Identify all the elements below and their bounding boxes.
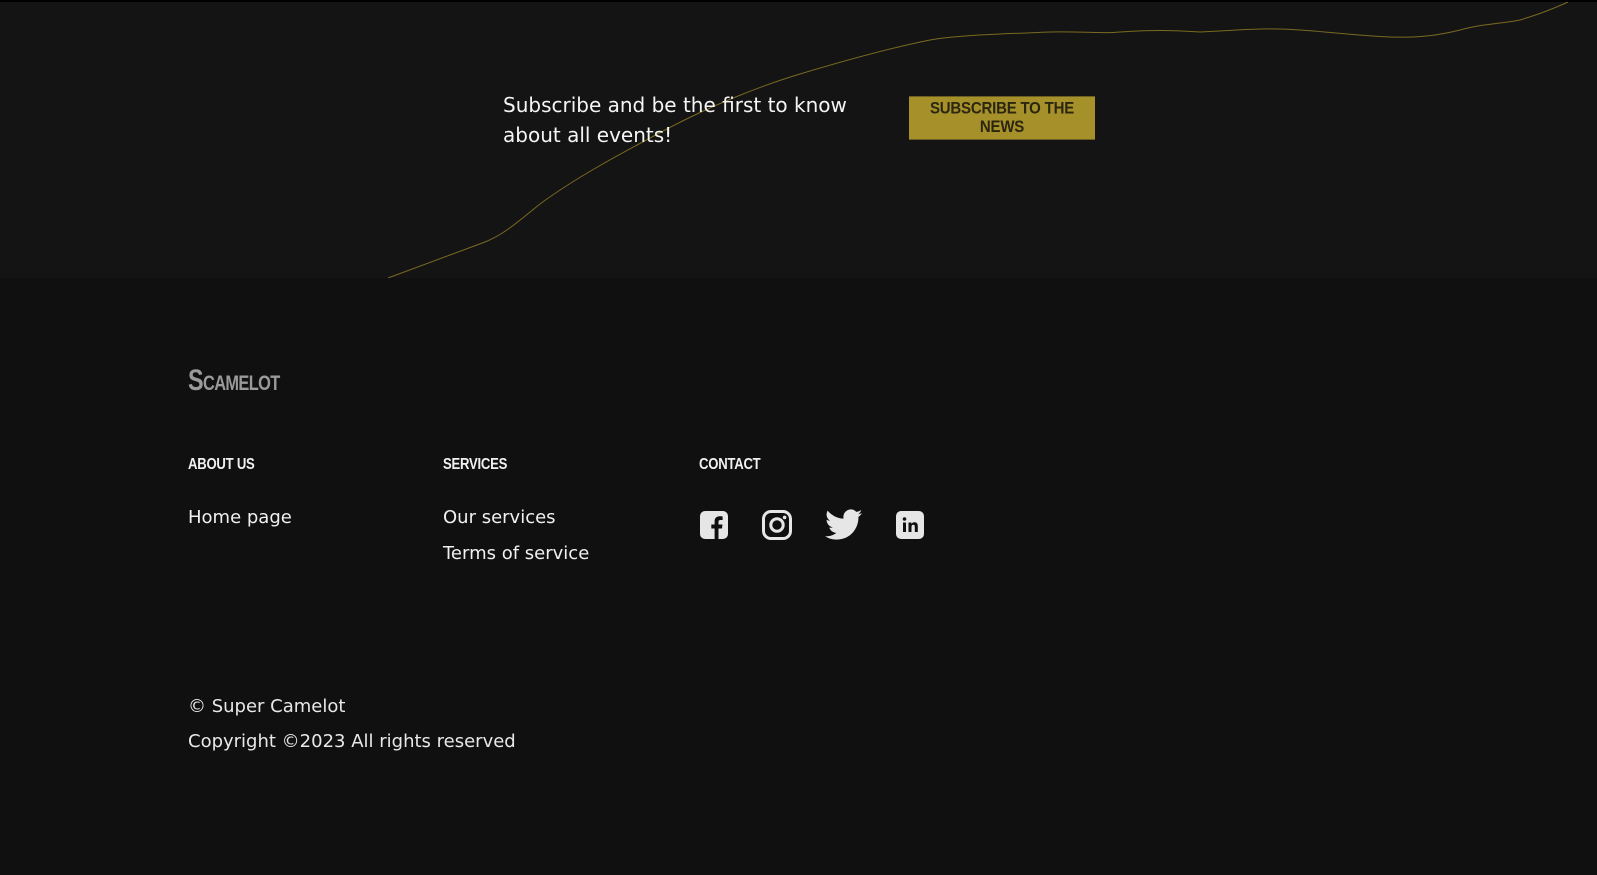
twitter-icon[interactable] [825,508,863,542]
copyright-notice: Copyright ©2023 All rights reserved [188,731,516,752]
page: Subscribe and be the first to know about… [0,0,1597,875]
subscribe-message: Subscribe and be the first to know about… [503,93,847,147]
subscribe-section: Subscribe and be the first to know about… [0,2,1597,278]
linkedin-icon[interactable] [893,508,927,542]
footer: Scamelot About us Home page Services Our… [0,278,1597,875]
our-services-link[interactable]: Our services [443,507,556,528]
terms-of-service-link[interactable]: Terms of service [443,543,589,564]
logo[interactable]: Scamelot [188,364,280,398]
about-us-heading: About us [188,456,255,473]
contact-heading: Contact [699,456,761,473]
copyright-owner: © Super Camelot [188,696,346,717]
home-page-link[interactable]: Home page [188,507,292,528]
services-heading: Services [443,456,508,473]
facebook-icon[interactable] [697,508,731,542]
instagram-icon[interactable] [760,508,794,542]
subscribe-button[interactable]: Subscribe to the news [909,96,1095,140]
